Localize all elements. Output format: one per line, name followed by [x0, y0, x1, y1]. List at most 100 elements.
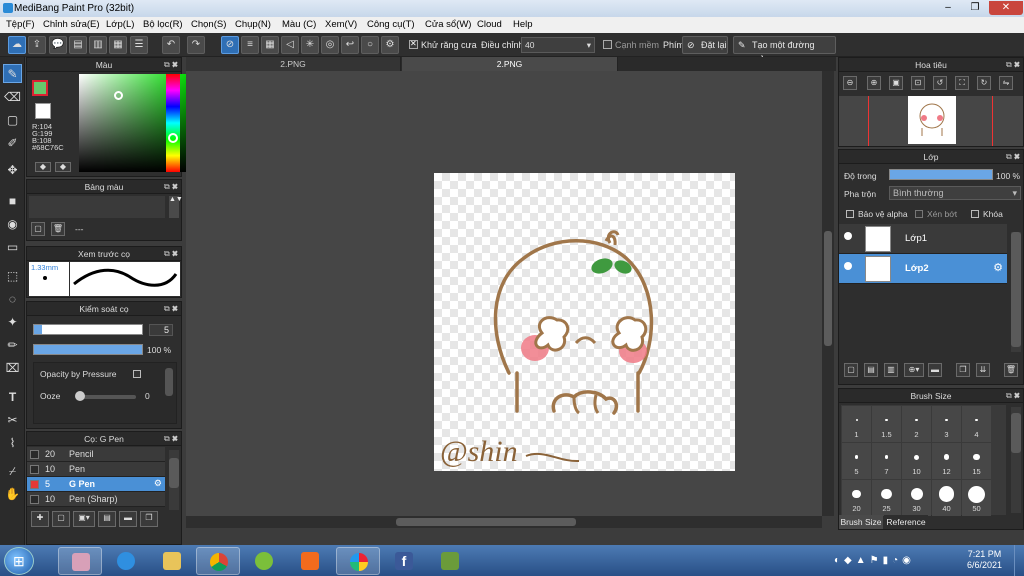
menu-edit[interactable]: Chỉnh sửa(E) — [43, 19, 100, 30]
ooze-slider[interactable] — [76, 395, 136, 399]
comment-icon[interactable]: 💬 — [49, 36, 67, 54]
duplicate-layer-icon[interactable]: ❐ — [956, 363, 970, 377]
brush-doc-icon[interactable]: ▤ — [98, 511, 116, 527]
rotate-left-icon[interactable]: ↺ — [933, 76, 947, 90]
grid-doc-icon[interactable]: ▦ — [109, 36, 127, 54]
visibility-icon[interactable] — [844, 232, 852, 240]
note-icon[interactable]: ▤ — [69, 36, 87, 54]
ooze-slider-handle[interactable] — [75, 391, 85, 401]
hue-marker[interactable] — [168, 133, 178, 143]
brush-folder-icon[interactable]: ▬ — [119, 511, 137, 527]
merge-layer-icon[interactable]: ⇊ — [976, 363, 990, 377]
color-picker-marker[interactable] — [114, 91, 123, 100]
clock[interactable]: 7:21 PM 6/6/2021 — [967, 549, 1002, 571]
brush-list-item[interactable]: 10 Pen — [27, 462, 165, 477]
fullscreen-icon[interactable]: ⛶ — [955, 76, 969, 90]
brush-size-cell[interactable]: 5 — [842, 443, 871, 479]
taskbar-game[interactable] — [428, 547, 472, 575]
shape-tool-icon[interactable]: ■ — [3, 192, 22, 211]
select-pen-icon[interactable]: ✏ — [3, 336, 22, 355]
canvas-vertical-scrollbar[interactable] — [822, 71, 834, 516]
menu-cloud[interactable]: Cloud — [477, 19, 502, 30]
palette-list[interactable] — [29, 196, 165, 218]
select-tool-icon[interactable]: ⬚ — [3, 267, 22, 286]
menu-file[interactable]: Tệp(F) — [6, 19, 35, 30]
taskbar-snipping-tool[interactable] — [58, 547, 102, 575]
panel-controls-icon[interactable]: ⧉ ✖ — [164, 432, 178, 446]
panel-controls-icon[interactable]: ⧉ ✖ — [1006, 150, 1020, 164]
menu-tools[interactable]: Công cụ(T) — [367, 19, 415, 30]
navigator-preview[interactable] — [839, 96, 1023, 146]
gear-icon[interactable]: ⚙ — [154, 478, 162, 489]
delete-palette-icon[interactable]: 🗑 — [51, 222, 65, 236]
straight-line-button[interactable]: ✎Tạo một đường thẳng — [733, 36, 836, 66]
menu-window[interactable]: Cửa sổ(W) — [425, 19, 471, 30]
list-icon[interactable]: ☰ — [130, 36, 148, 54]
gear-icon[interactable]: ⚙ — [993, 261, 1003, 274]
move-tool-icon[interactable]: ✥ — [3, 161, 22, 180]
layer-add-menu-icon[interactable]: ⊕▾ — [904, 363, 924, 377]
show-desktop-button[interactable] — [1014, 545, 1024, 576]
brush-list-item[interactable]: 10 Pen (Sharp) — [27, 492, 165, 507]
hue-slider[interactable] — [166, 74, 180, 172]
actual-size-icon[interactable]: ⊡ — [911, 76, 925, 90]
canvas-horizontal-scrollbar[interactable] — [186, 516, 822, 528]
menu-select[interactable]: Chọn(S) — [191, 19, 226, 30]
drawing-canvas[interactable]: @shin — [434, 173, 735, 471]
share-icon[interactable]: ⇪ — [28, 36, 46, 54]
menu-layer[interactable]: Lớp(L) — [106, 19, 134, 30]
curve-snap-icon[interactable]: ↩ — [341, 36, 359, 54]
taskbar-media[interactable] — [288, 547, 332, 575]
eyedropper-tool-icon[interactable]: ⌇ — [3, 434, 22, 453]
antialias-checkbox[interactable] — [409, 39, 418, 49]
brush-size-cell[interactable]: 2 — [902, 406, 931, 442]
dot-tool-icon[interactable]: ▢ — [3, 111, 22, 130]
panel-controls-icon[interactable]: ⧉ ✖ — [164, 247, 178, 261]
close-button[interactable]: ✕ — [989, 1, 1023, 15]
new-brush-icon[interactable]: ▢ — [52, 511, 70, 527]
system-tray-icons[interactable]: ◐◆▲⚑▮◔◉ — [834, 555, 959, 567]
brush-size-value[interactable]: 5 — [149, 324, 173, 336]
start-button[interactable]: ⊞ — [4, 547, 34, 575]
tab-brush-size[interactable]: Brush Size — [839, 515, 883, 529]
settings-snap-icon[interactable]: ⚙ — [381, 36, 399, 54]
swap-color-button[interactable]: ◆ — [35, 162, 51, 172]
brush-list-item[interactable]: 20 Pencil — [27, 447, 165, 462]
reset-button[interactable]: ⊘ Đặt lại — [682, 36, 728, 54]
zoom-out-icon[interactable]: ⊖ — [843, 76, 857, 90]
blend-mode-select[interactable]: Bình thường ▾ — [889, 186, 1021, 200]
brush-size-cell[interactable]: 7 — [872, 443, 901, 479]
add-brush-icon[interactable]: ✚ — [31, 511, 49, 527]
brush-size-cell[interactable]: 12 — [932, 443, 961, 479]
redo-icon[interactable]: ↷ — [187, 36, 205, 54]
select-eraser-icon[interactable]: ⌧ — [3, 359, 22, 378]
new-layer-copy-icon[interactable]: ▥ — [884, 363, 898, 377]
undo-icon[interactable]: ↶ — [162, 36, 180, 54]
edge-checkbox[interactable] — [603, 40, 612, 49]
brush-size-cell[interactable]: 30 — [902, 480, 931, 516]
document-icon[interactable]: ▥ — [89, 36, 107, 54]
brush-tool-icon[interactable]: ✎ — [3, 64, 22, 83]
brush-size-cell[interactable]: 25 — [872, 480, 901, 516]
menu-filter[interactable]: Bộ lọc(R) — [143, 19, 183, 30]
brush-size-cell[interactable]: 4 — [962, 406, 991, 442]
new-layer-doc-icon[interactable]: ▤ — [864, 363, 878, 377]
cloud-icon[interactable]: ☁ — [8, 36, 26, 54]
palette-scroll[interactable]: ▲▼ — [169, 196, 183, 218]
radial-snap-icon[interactable]: ✳ — [301, 36, 319, 54]
maximize-button[interactable]: ❐ — [962, 1, 988, 15]
brush-size-cell[interactable]: 10 — [902, 443, 931, 479]
taskbar-facebook[interactable]: f — [382, 547, 426, 575]
primary-color-swatch[interactable] — [32, 80, 48, 96]
brush-size-cell[interactable]: 3 — [932, 406, 961, 442]
layer-list-scrollbar[interactable] — [1011, 232, 1021, 352]
divide-tool-icon[interactable]: ✂ — [3, 411, 22, 430]
grid-snap-icon[interactable]: ▦ — [261, 36, 279, 54]
fit-icon[interactable]: ▣ — [889, 76, 903, 90]
flip-icon[interactable]: ⇋ — [999, 76, 1013, 90]
brush-list-item[interactable]: 5 G Pen ⚙ — [27, 477, 165, 492]
tab-doc-1[interactable]: 2.PNG — [186, 57, 401, 71]
delete-layer-icon[interactable]: 🗑 — [1004, 363, 1018, 377]
brush-copy-icon[interactable]: ❐ — [140, 511, 158, 527]
layer-item[interactable]: Lớp1 — [839, 224, 1007, 254]
